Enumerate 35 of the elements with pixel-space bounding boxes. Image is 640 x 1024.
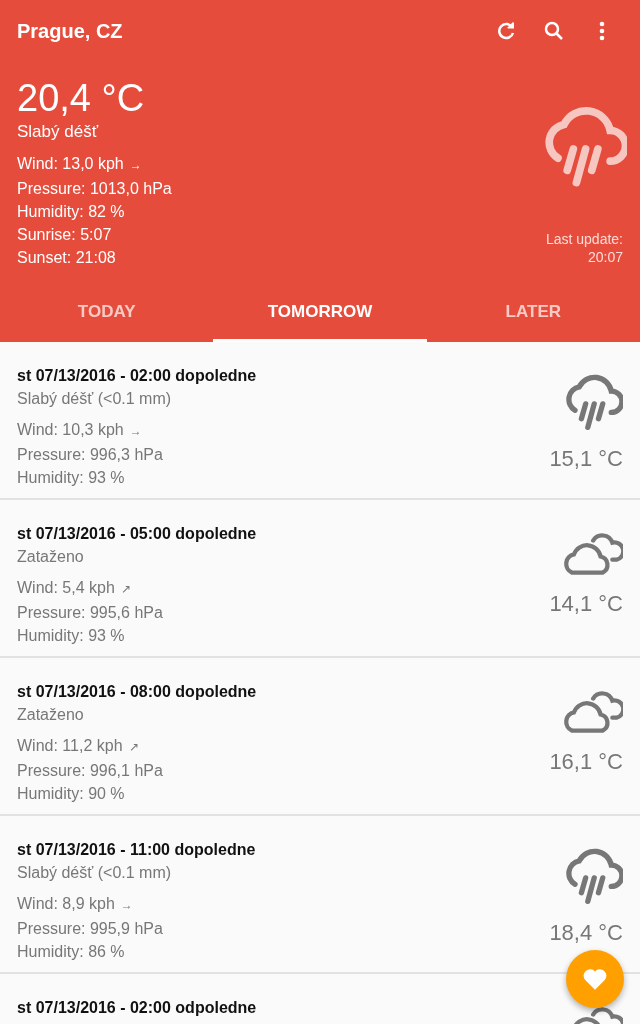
humidity-text: Humidity: 82 % xyxy=(17,202,126,222)
forecast-condition: Slabý déšť (<0.1 mm) xyxy=(17,863,173,883)
pressure-text: Pressure: 995,9 hPa xyxy=(17,919,164,939)
forecast-time: st 07/13/2016 - 05:00 dopoledne xyxy=(17,524,258,544)
pressure-text: Pressure: 996,1 hPa xyxy=(17,761,164,781)
sunset-text: Sunset: 21:08 xyxy=(17,248,117,268)
wind-text: Wind: 11,2 kph ↗ xyxy=(17,736,140,756)
heart-icon xyxy=(582,967,608,991)
pressure-text: Pressure: 1013,0 hPa xyxy=(17,179,173,199)
humidity-text: Humidity: 93 % xyxy=(17,468,126,488)
pressure-text: Pressure: 996,3 hPa xyxy=(17,445,164,465)
sunrise-text: Sunrise: 5:07 xyxy=(17,225,113,245)
humidity-text: Humidity: 90 % xyxy=(17,784,126,804)
city-title: Prague, CZ xyxy=(17,19,124,43)
current-condition: Slabý déšť xyxy=(17,121,100,143)
humidity-text: Humidity: 93 % xyxy=(17,626,126,646)
forecast-temperature: 14,1 °C xyxy=(549,590,623,617)
wind-text: Wind: 5,4 kph ↗ xyxy=(17,578,132,598)
forecast-condition: Zataženo xyxy=(17,547,85,567)
pressure-text: Pressure: 995,6 hPa xyxy=(17,603,164,623)
forecast-temperature: 15,1 °C xyxy=(549,445,623,472)
forecast-time: st 07/13/2016 - 11:00 dopoledne xyxy=(17,840,257,860)
forecast-condition: Zataženo xyxy=(17,705,85,725)
forecast-temperature: 16,1 °C xyxy=(549,748,623,775)
wind-text: Wind: 8,9 kph → xyxy=(17,894,134,914)
forecast-time: st 07/13/2016 - 02:00 dopoledne xyxy=(17,366,258,386)
humidity-text: Humidity: 86 % xyxy=(17,942,126,962)
last-update-text: Last update: 20:07 xyxy=(545,230,623,266)
wind-text: Wind: 13,0 kph → xyxy=(17,154,143,174)
forecast-condition: Slabý déšť (<0.1 mm) xyxy=(17,389,173,409)
forecast-time: st 07/13/2016 - 08:00 dopoledne xyxy=(17,682,258,702)
forecast-time: st 07/13/2016 - 02:00 odpoledne xyxy=(17,998,258,1018)
current-temperature: 20,4 °C xyxy=(17,76,146,120)
wind-text: Wind: 10,3 kph → xyxy=(17,420,143,440)
forecast-temperature: 18,4 °C xyxy=(549,919,623,946)
